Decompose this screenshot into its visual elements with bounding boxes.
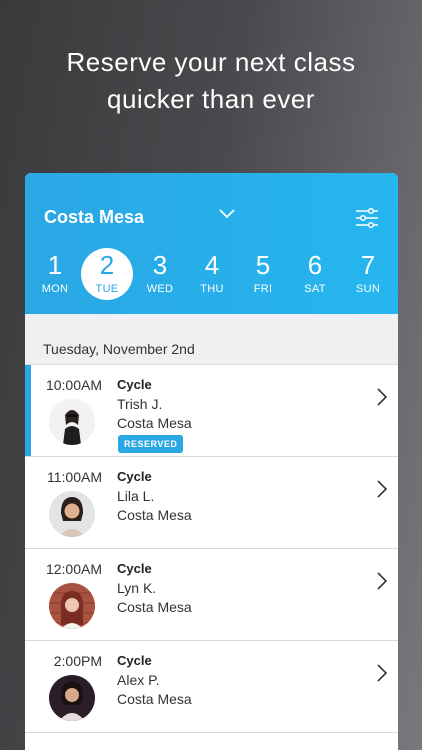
instructor-name: Lyn K.: [117, 580, 157, 596]
day-number: 2: [99, 250, 115, 280]
reserved-accent-bar: [25, 365, 31, 456]
schedule-header: Costa Mesa 1 MON 2 TUE 3 WED 4 THU 5 FRI…: [25, 173, 398, 314]
instructor-avatar: [49, 399, 95, 445]
studio-name: Costa Mesa: [117, 599, 192, 615]
day-label: SAT: [304, 283, 326, 295]
day-number: 3: [152, 250, 168, 280]
instructor-name: Lila L.: [117, 488, 155, 504]
day-number: 6: [307, 250, 323, 280]
class-row[interactable]: 10:00AM Cycle Trish J. Costa Mesa RESERV…: [25, 365, 398, 457]
class-name: Cycle: [117, 469, 152, 484]
day-thu[interactable]: 4 THU: [186, 251, 238, 297]
day-number: 1: [47, 250, 63, 280]
day-sat[interactable]: 6 SAT: [289, 251, 341, 297]
day-label: MON: [41, 283, 69, 295]
day-label: SUN: [355, 283, 381, 295]
class-time: 10:00AM: [45, 377, 102, 393]
class-row[interactable]: 12:00AM Cycle Lyn K. Costa Mesa: [25, 549, 398, 641]
day-number: 4: [204, 250, 220, 280]
filter-icon[interactable]: [356, 208, 378, 228]
day-picker: 1 MON 2 TUE 3 WED 4 THU 5 FRI 6 SAT 7 SU…: [25, 248, 398, 300]
chevron-down-icon[interactable]: [219, 209, 235, 219]
day-label: FRI: [253, 283, 273, 295]
day-label: THU: [200, 283, 224, 295]
class-name: Cycle: [117, 561, 152, 576]
tagline-line-2: quicker than ever: [107, 84, 315, 114]
date-heading: Tuesday, November 2nd: [25, 314, 398, 365]
instructor-name: Alex P.: [117, 672, 160, 688]
class-name: Cycle: [117, 377, 152, 392]
class-time: 2:00PM: [53, 653, 102, 669]
studio-name: Costa Mesa: [117, 507, 192, 523]
instructor-avatar: [49, 675, 95, 721]
chevron-right-icon: [377, 572, 388, 590]
day-tue[interactable]: 2 TUE: [81, 248, 133, 300]
schedule-card: Costa Mesa 1 MON 2 TUE 3 WED 4 THU 5 FRI…: [25, 173, 398, 750]
chevron-right-icon: [377, 480, 388, 498]
studio-name: Costa Mesa: [117, 691, 192, 707]
tagline-line-1: Reserve your next class: [66, 47, 356, 77]
day-label: TUE: [95, 283, 119, 295]
day-fri[interactable]: 5 FRI: [237, 251, 289, 297]
class-time: 12:00AM: [45, 561, 102, 577]
location-selector[interactable]: Costa Mesa: [44, 205, 244, 229]
chevron-right-icon: [377, 388, 388, 406]
day-number: 7: [360, 250, 376, 280]
instructor-avatar: [49, 583, 95, 629]
day-wed[interactable]: 3 WED: [134, 251, 186, 297]
day-number: 5: [255, 250, 271, 280]
class-time: 11:00AM: [47, 469, 102, 485]
day-sun[interactable]: 7 SUN: [342, 251, 394, 297]
class-row[interactable]: 2:00PM Cycle Alex P. Costa Mesa: [25, 641, 398, 733]
reserved-badge: RESERVED: [118, 435, 184, 453]
class-name: Cycle: [117, 653, 152, 668]
instructor-name: Trish J.: [117, 396, 163, 412]
instructor-avatar: [49, 491, 95, 537]
day-label: WED: [146, 283, 174, 295]
location-name: Costa Mesa: [44, 206, 145, 227]
day-mon[interactable]: 1 MON: [29, 251, 81, 297]
studio-name: Costa Mesa: [117, 415, 192, 431]
chevron-right-icon: [377, 664, 388, 682]
class-row[interactable]: 11:00AM Cycle Lila L. Costa Mesa: [25, 457, 398, 549]
tagline: Reserve your next class quicker than eve…: [0, 44, 422, 118]
